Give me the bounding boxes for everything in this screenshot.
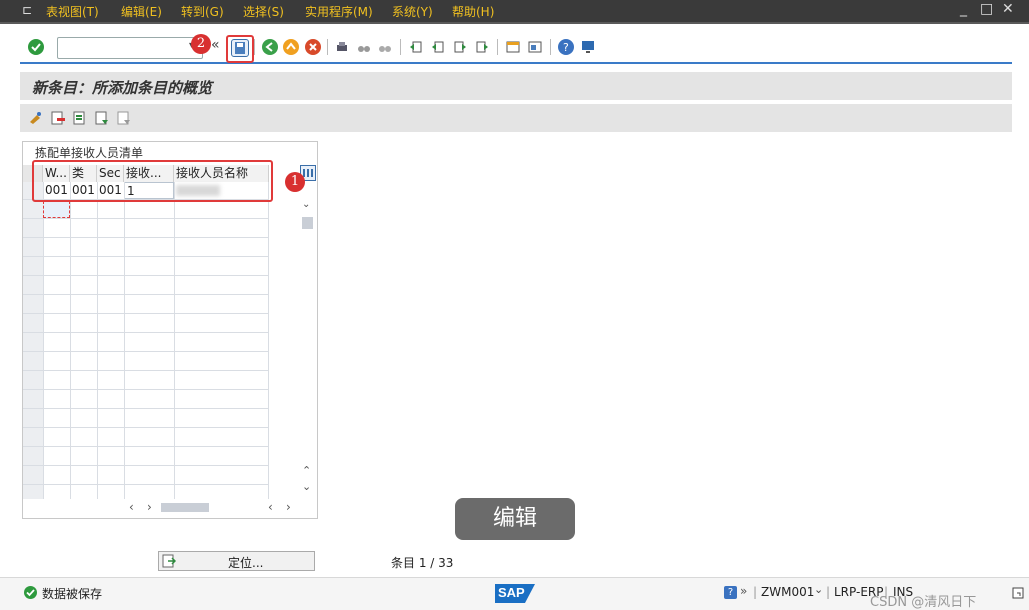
- page-title: 新条目：所添加条目的概览: [32, 79, 213, 97]
- edit-overlay-label: 编辑: [455, 498, 575, 540]
- scroll-right-icon[interactable]: ›: [147, 500, 152, 514]
- horizontal-scroll-thumb[interactable]: [161, 503, 209, 512]
- find-icon[interactable]: [356, 39, 372, 55]
- expand-status-icon[interactable]: »: [740, 584, 747, 598]
- sap-logo: SAP: [495, 584, 535, 603]
- enter-icon[interactable]: [28, 39, 44, 55]
- menu-table-view[interactable]: 表视图(T): [46, 3, 99, 20]
- print-icon[interactable]: [334, 39, 350, 55]
- menu-selection[interactable]: 选择(S): [243, 3, 284, 20]
- scroll-right-fixed-icon[interactable]: ›: [286, 500, 291, 514]
- entry-counter: 条目 1 / 33: [391, 556, 454, 570]
- menu-icon[interactable]: ⊏: [22, 3, 32, 17]
- position-button[interactable]: 定位...: [158, 551, 315, 571]
- collapse-icon[interactable]: «: [211, 37, 220, 53]
- title-bar: 新条目：所添加条目的概览: [20, 72, 1012, 100]
- new-session-icon[interactable]: [505, 39, 521, 55]
- watermark: CSDN @清风日下: [870, 595, 977, 610]
- callout-2: 2: [191, 34, 211, 54]
- scroll-page-down-icon[interactable]: ⌄: [302, 480, 311, 493]
- callout-1: 1: [285, 172, 305, 192]
- find-next-icon[interactable]: [377, 39, 393, 55]
- application-toolbar: [20, 104, 1012, 132]
- menu-utilities[interactable]: 实用程序(M): [305, 3, 373, 20]
- header-divider: [20, 62, 1012, 64]
- scroll-left-fixed-icon[interactable]: ‹: [268, 500, 273, 514]
- menu-system[interactable]: 系统(Y): [392, 3, 433, 20]
- table-title: 拣配单接收人员清单: [35, 146, 144, 160]
- back-icon[interactable]: [262, 39, 278, 55]
- menu-bar: ⊏ 表视图(T) 编辑(E) 转到(G) 选择(S) 实用程序(M) 系统(Y)…: [0, 0, 1029, 24]
- exit-icon[interactable]: [283, 39, 299, 55]
- display-change-icon[interactable]: [28, 110, 44, 126]
- status-message[interactable]: 数据被保存: [42, 585, 102, 602]
- maximize-icon[interactable]: □: [980, 1, 993, 17]
- vertical-scroll-thumb[interactable]: [302, 217, 313, 229]
- highlight-box-save: [226, 35, 254, 63]
- last-page-icon[interactable]: [474, 39, 490, 55]
- minimize-icon[interactable]: _: [960, 1, 967, 17]
- scroll-up-icon[interactable]: ⌄: [302, 199, 310, 210]
- row-selector-column[interactable]: [23, 182, 43, 499]
- next-page-icon[interactable]: [452, 39, 468, 55]
- svg-text:?: ?: [563, 41, 569, 54]
- transaction-code[interactable]: ZWM001: [761, 585, 814, 599]
- scroll-left-icon[interactable]: ‹: [129, 500, 134, 514]
- menu-goto[interactable]: 转到(G): [181, 3, 224, 20]
- transaction-dropdown-icon[interactable]: ⌄: [814, 583, 823, 596]
- status-info-icon[interactable]: ?: [724, 586, 737, 599]
- shortcut-icon[interactable]: [527, 39, 543, 55]
- deselect-all-icon[interactable]: [116, 110, 132, 126]
- command-field[interactable]: [57, 37, 203, 59]
- status-bar: 数据被保存 SAP ? » | ZWM001 ⌄ | LRP-ERP | INS…: [0, 577, 1029, 610]
- select-block-icon[interactable]: [94, 110, 110, 126]
- focused-cell[interactable]: [43, 201, 70, 218]
- position-button-label: 定位...: [228, 556, 264, 570]
- close-icon[interactable]: ✕: [1002, 1, 1014, 17]
- status-window-icon[interactable]: [1012, 587, 1024, 599]
- position-icon: [162, 554, 177, 568]
- delete-row-icon[interactable]: [50, 110, 66, 126]
- first-page-icon[interactable]: [408, 39, 424, 55]
- success-icon: [24, 586, 37, 599]
- standard-toolbar: ▾ « ?: [0, 32, 1029, 62]
- menu-help[interactable]: 帮助(H): [452, 3, 494, 20]
- select-all-icon[interactable]: [72, 110, 88, 126]
- highlight-box-header-row: [32, 160, 273, 202]
- help-icon[interactable]: ?: [558, 39, 574, 55]
- menu-edit[interactable]: 编辑(E): [121, 3, 162, 20]
- layout-icon[interactable]: [580, 39, 596, 55]
- scroll-page-up-icon[interactable]: ⌃: [302, 464, 311, 477]
- prev-page-icon[interactable]: [430, 39, 446, 55]
- cancel-icon[interactable]: [305, 39, 321, 55]
